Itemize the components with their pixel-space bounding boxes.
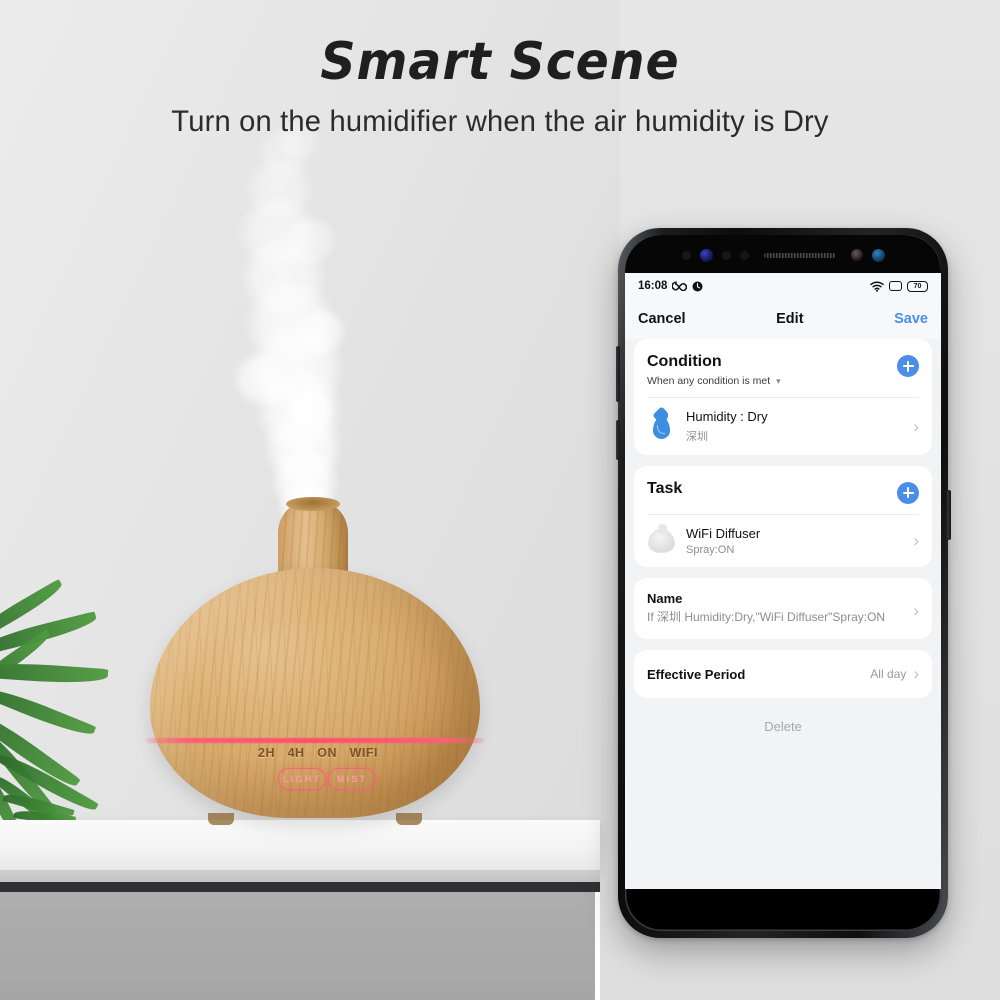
sensor-icon bbox=[681, 250, 691, 260]
chevron-right-icon: › bbox=[913, 664, 919, 684]
product-scene: 2H 4H ON WIFI LIGHT MIST Smart Scene Tur… bbox=[0, 0, 1000, 1000]
task-row-diffuser[interactable]: WiFi Diffuser Spray:ON › bbox=[634, 515, 932, 567]
earpiece-speaker bbox=[763, 252, 836, 258]
name-card[interactable]: Name If 深圳 Humidity:Dry,"WiFi Diffuser"S… bbox=[634, 577, 932, 640]
name-value: If 深圳 Humidity:Dry,"WiFi Diffuser"Spray:… bbox=[647, 609, 886, 624]
phone-screen-frame: 16:08 70 Cancel Edit Save Condition When… bbox=[625, 235, 941, 931]
timer-label-2h: 2H bbox=[258, 746, 275, 760]
page-subtitle: Turn on the humidifier when the air humi… bbox=[171, 105, 829, 138]
cabinet-trim bbox=[0, 882, 600, 892]
condition-mode-label: When any condition is met bbox=[647, 375, 771, 388]
condition-row-primary: Humidity : Dry bbox=[686, 409, 768, 425]
timer-label-wifi: WIFI bbox=[349, 746, 378, 760]
sensor-icon bbox=[850, 249, 863, 261]
device-foot bbox=[208, 813, 234, 825]
effective-period-value-group: All day › bbox=[870, 664, 919, 684]
sensor-cluster bbox=[625, 245, 941, 265]
task-header: Task bbox=[634, 466, 932, 514]
volume-up-button[interactable] bbox=[615, 346, 620, 402]
diffuser-device-icon bbox=[647, 523, 675, 556]
cabinet-body bbox=[0, 892, 600, 1000]
infinity-icon bbox=[672, 281, 688, 291]
condition-row-humidity[interactable]: Humidity : Dry 深圳 › bbox=[634, 398, 932, 454]
volume-down-button[interactable] bbox=[615, 420, 620, 460]
task-title: Task bbox=[647, 479, 683, 497]
battery-icon: 70 bbox=[907, 280, 928, 292]
condition-title: Condition bbox=[647, 353, 722, 370]
effective-period-card[interactable]: Effective Period All day › bbox=[634, 650, 932, 699]
condition-mode-selector[interactable]: When any condition is met ▾ bbox=[647, 375, 781, 387]
name-text-group: Name If 深圳 Humidity:Dry,"WiFi Diffuser"S… bbox=[647, 591, 905, 625]
phone-mockup: 16:08 70 Cancel Edit Save Condition When… bbox=[615, 228, 951, 938]
sim-icon bbox=[889, 281, 902, 291]
save-button[interactable]: Save bbox=[894, 311, 928, 327]
led-ring bbox=[146, 738, 484, 743]
humidifier-device: 2H 4H ON WIFI LIGHT MIST bbox=[146, 497, 484, 845]
status-time: 16:08 bbox=[638, 280, 668, 292]
task-row-text: WiFi Diffuser Spray:ON bbox=[686, 526, 902, 556]
effective-period-value: All day bbox=[870, 667, 907, 682]
timer-labels: 2H 4H ON WIFI bbox=[258, 746, 378, 764]
water-drop-icon bbox=[647, 412, 675, 442]
chevron-down-icon: ▾ bbox=[776, 376, 781, 387]
chevron-right-icon: › bbox=[913, 600, 919, 620]
power-button[interactable] bbox=[946, 490, 951, 540]
condition-row-secondary: 深圳 bbox=[686, 430, 708, 443]
task-row-primary: WiFi Diffuser bbox=[686, 525, 761, 541]
light-sensor-icon bbox=[739, 250, 749, 260]
add-condition-button[interactable] bbox=[897, 355, 919, 377]
status-bar-left: 16:08 bbox=[638, 280, 703, 292]
front-camera-icon bbox=[699, 248, 713, 262]
device-foot bbox=[396, 813, 422, 825]
condition-card: Condition When any condition is met ▾ Hu… bbox=[634, 339, 932, 455]
timer-label-4h: 4H bbox=[287, 746, 305, 760]
top-bezel bbox=[625, 235, 941, 273]
name-label: Name bbox=[647, 590, 683, 606]
status-bar: 16:08 70 bbox=[625, 273, 941, 299]
condition-row-text: Humidity : Dry 深圳 bbox=[686, 409, 902, 443]
delete-button[interactable]: Delete bbox=[634, 709, 932, 738]
light-button[interactable]: LIGHT bbox=[278, 768, 326, 790]
condition-header: Condition When any condition is met ▾ bbox=[634, 339, 932, 397]
alarm-icon bbox=[692, 281, 703, 291]
timer-label-on: ON bbox=[317, 746, 337, 760]
task-row-secondary: Spray:ON bbox=[686, 543, 735, 556]
iris-scanner-icon bbox=[871, 248, 885, 262]
task-card: Task WiFi Diffuser Spray:ON › bbox=[634, 465, 932, 567]
cancel-button[interactable]: Cancel bbox=[638, 311, 686, 327]
scene-editor-content: Condition When any condition is met ▾ Hu… bbox=[625, 339, 941, 739]
status-bar-right: 70 bbox=[870, 280, 928, 292]
chevron-right-icon: › bbox=[913, 530, 919, 550]
page-title: Smart Scene bbox=[320, 32, 680, 92]
phone-screen: 16:08 70 Cancel Edit Save Condition When… bbox=[625, 273, 941, 889]
wifi-icon bbox=[870, 280, 884, 292]
add-task-button[interactable] bbox=[897, 481, 919, 504]
effective-period-label: Effective Period bbox=[647, 666, 746, 682]
proximity-sensor-icon bbox=[721, 250, 731, 260]
mist-button[interactable]: MIST bbox=[328, 768, 376, 790]
chevron-right-icon: › bbox=[913, 416, 919, 436]
app-bar: Cancel Edit Save bbox=[625, 299, 941, 339]
table-edge bbox=[0, 870, 600, 882]
screen-title: Edit bbox=[776, 311, 804, 327]
humidifier-outlet bbox=[286, 497, 340, 511]
